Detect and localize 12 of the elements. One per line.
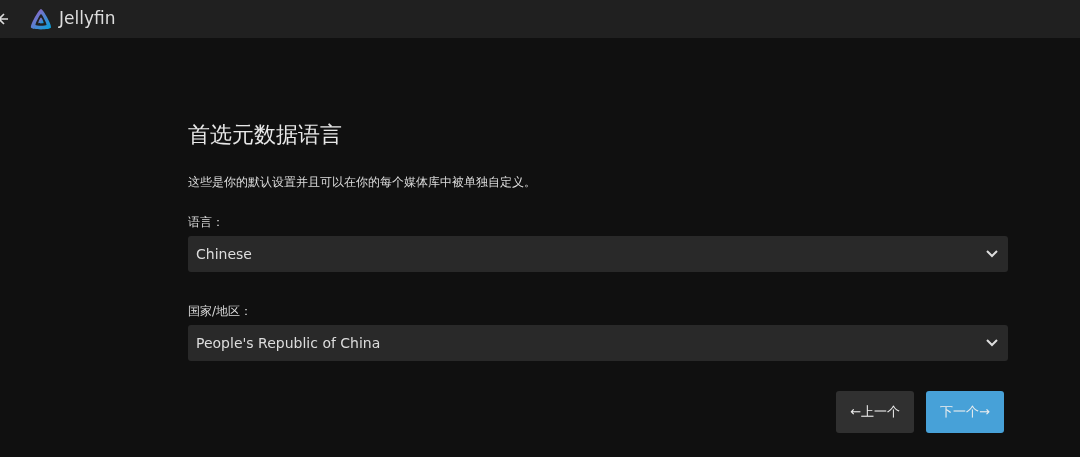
dropdown-select[interactable]: Chinese: [188, 236, 1008, 272]
previous-button[interactable]: ←上一个: [836, 391, 915, 433]
app-name: Jellyfin: [59, 7, 116, 31]
description-text: 这些是你的默认设置并且可以在你的每个媒体库中被单独自定义。: [188, 174, 537, 191]
chevron-down-icon: [986, 339, 998, 347]
dropdown-select[interactable]: People's Republic of China: [188, 325, 1008, 361]
logo-icon: [29, 7, 53, 31]
field-label: 语言：: [188, 214, 225, 231]
page-title: 首选元数据语言: [188, 121, 343, 149]
field-label: 国家/地区：: [188, 303, 254, 320]
chevron-down-icon: [986, 250, 998, 258]
back-arrow-icon[interactable]: [0, 12, 9, 26]
